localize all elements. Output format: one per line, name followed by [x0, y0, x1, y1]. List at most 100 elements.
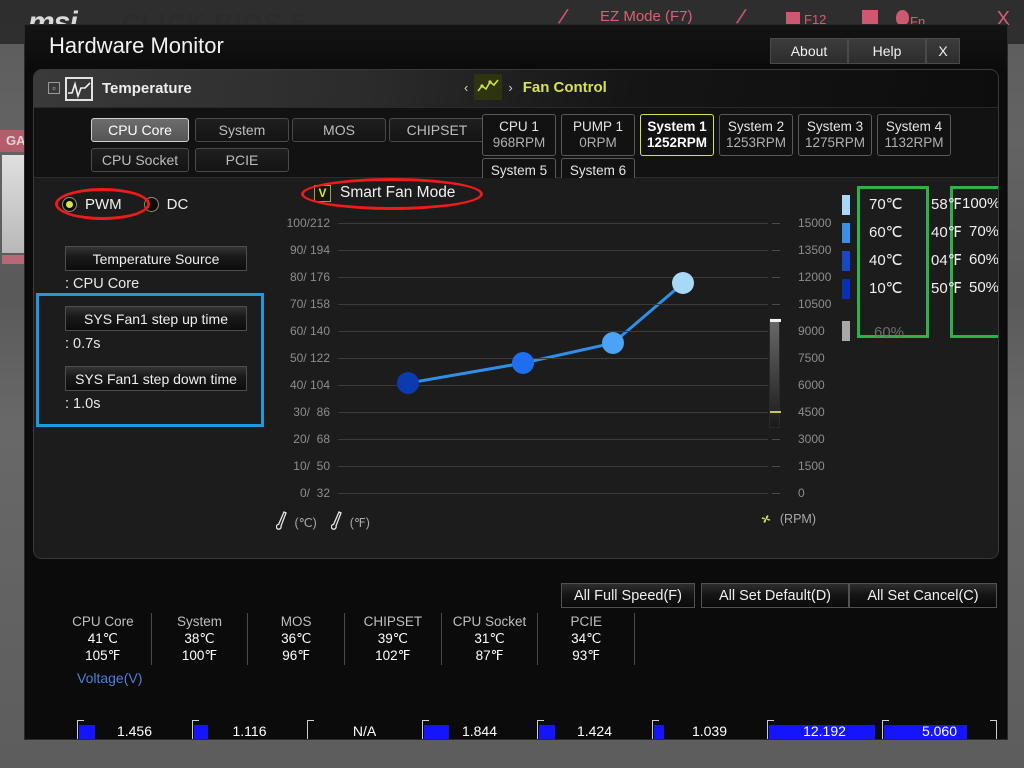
help-button[interactable]: Help: [848, 38, 926, 64]
chart-gridline: [338, 223, 768, 224]
temp-tab-system[interactable]: System: [195, 118, 289, 142]
fan-curve-chart: V Smart Fan Mode 100/212 15000 90/ 194 1350…: [266, 178, 832, 558]
voltage-value: 1.456: [116, 723, 153, 739]
chevron-right-icon[interactable]: ›: [508, 80, 512, 95]
voltage-item: 1.456CPU Core: [77, 720, 192, 739]
current-duty-value: 60%: [874, 324, 905, 341]
chevron-left-icon[interactable]: ‹: [464, 80, 468, 95]
table-cell-fahrenheit-4: 50℉: [931, 280, 962, 297]
y-axis-right-tick: 7500: [798, 351, 825, 365]
y-axis-tickmark: [772, 439, 780, 440]
fan-button-pump-1[interactable]: PUMP 1 0RPM: [561, 114, 635, 156]
legend-celsius-label: (℃): [294, 516, 317, 530]
about-button[interactable]: About: [770, 38, 848, 64]
chart-point-2[interactable]: [512, 352, 534, 375]
step-up-time-button[interactable]: SYS Fan1 step up time: [65, 306, 247, 331]
voltage-item: 5.060System 5V: [882, 720, 997, 739]
chart-gridline: [338, 277, 768, 278]
temp-tab-chipset[interactable]: CHIPSET: [389, 118, 485, 142]
y-axis-left-tick: 90/ 194: [289, 243, 330, 257]
temperature-source-button[interactable]: Temperature Source: [65, 246, 247, 271]
temp-tab-cpu-core[interactable]: CPU Core: [91, 118, 189, 142]
fan-name: System 1: [647, 119, 707, 134]
temp-tab-mos[interactable]: MOS: [292, 118, 386, 142]
chart-point-4[interactable]: [672, 272, 694, 295]
temp-fahrenheit: 96℉: [282, 648, 311, 663]
all-full-speed-button[interactable]: All Full Speed(F): [561, 583, 695, 608]
chart-plot-area[interactable]: 100/212 15000 90/ 194 13500 80/ 176 12000 70/ …: [287, 216, 832, 500]
fan-name: PUMP 1: [572, 119, 624, 134]
temp-tab-pcie[interactable]: PCIE: [195, 148, 289, 172]
close-button[interactable]: X: [926, 38, 960, 64]
chart-point-3[interactable]: [602, 332, 624, 355]
table-cell-duty-2[interactable]: 70%: [969, 223, 998, 240]
pwm-highlight-annotation: [55, 188, 150, 220]
voltage-value: 1.844: [461, 723, 498, 739]
temp-celsius: 39℃: [377, 631, 408, 646]
fan-button-cpu-1[interactable]: CPU 1 968RPM: [482, 114, 556, 156]
y-axis-tickmark: [772, 466, 780, 467]
smart-fan-highlight-annotation: [301, 178, 483, 210]
table-cell-duty-3[interactable]: 60%: [969, 251, 998, 268]
temp-name: MOS: [280, 614, 312, 629]
temperature-readouts: CPU Core 41℃ 105℉ System 38℃ 100℉ MOS 36…: [55, 613, 636, 665]
table-cell-celsius-1[interactable]: 70℃: [869, 195, 903, 213]
page-title: Hardware Monitor: [49, 33, 224, 58]
fan-name: System 4: [885, 119, 943, 134]
temp-readout-cpu-socket: CPU Socket 31℃ 87℉: [442, 613, 539, 665]
table-cell-duty-4[interactable]: 50%: [969, 279, 998, 296]
voltage-item: 1.039CHIPSET Core: [652, 720, 767, 739]
line-graph-icon: [65, 77, 93, 101]
y-axis-right-tick: 9000: [798, 324, 825, 338]
y-axis-left-tick: 20/ 68: [293, 432, 330, 446]
voltage-bracket-top: [652, 720, 659, 721]
fan-button-system-2[interactable]: System 2 1253RPM: [719, 114, 793, 156]
panel-header: ▫ Temperature ‹ › Fan Control: [34, 70, 998, 108]
ez-mode-label: EZ Mode (F7): [600, 8, 693, 25]
step-down-time-button[interactable]: SYS Fan1 step down time: [65, 366, 247, 391]
fan-button-system-4[interactable]: System 4 1132RPM: [877, 114, 951, 156]
table-cell-duty-1[interactable]: 100%: [962, 195, 998, 212]
all-set-default-button[interactable]: All Set Default(D): [701, 583, 849, 608]
current-duty-bar: [842, 321, 850, 341]
y-axis-right-tick: 13500: [798, 243, 832, 257]
temp-celsius: 34℃: [571, 631, 602, 646]
temp-name: CPU Socket: [452, 614, 527, 629]
temp-celsius: 38℃: [184, 631, 215, 646]
chart-gridline: [338, 493, 768, 494]
voltage-value: N/A: [352, 723, 377, 739]
voltage-bracket-top: [307, 720, 314, 721]
fan-button-system-3[interactable]: System 3 1275RPM: [798, 114, 872, 156]
temp-fahrenheit: 87℉: [475, 648, 504, 663]
legend-rpm-label: (RPM): [779, 511, 816, 526]
voltage-value: 1.116: [232, 723, 267, 739]
y-axis-tickmark: [772, 304, 780, 305]
hardware-monitor-window: Hardware Monitor About Help X ▫ Temperat…: [24, 24, 1008, 740]
temp-name: System: [177, 614, 223, 629]
fan-button-system-1[interactable]: System 1 1252RPM: [640, 114, 714, 156]
table-cell-celsius-3[interactable]: 40℃: [869, 251, 903, 269]
temperature-section-checkbox[interactable]: ▫: [48, 82, 60, 94]
fan-name: System 2: [727, 119, 785, 134]
table-cell-celsius-4[interactable]: 10℃: [869, 279, 903, 297]
row-color-bar-1: [842, 195, 850, 215]
temp-name: CHIPSET: [363, 614, 423, 629]
y-axis-left-tick: 100/212: [286, 216, 330, 230]
voltage-section-title: Voltage(V): [77, 670, 143, 686]
temp-tab-cpu-socket[interactable]: CPU Socket: [91, 148, 189, 172]
voltage-bracket-top: [422, 720, 429, 721]
step-up-time-value: : 0.7s: [65, 336, 101, 352]
y-axis-left-tick: 40/ 104: [289, 378, 330, 392]
fan-graph-icon: [474, 74, 503, 100]
fan-control-section: ‹ › Fan Control: [464, 74, 607, 100]
chart-point-1[interactable]: [397, 372, 419, 395]
voltage-item: 1.844CPU 1P8: [422, 720, 537, 739]
temp-readout-system: System 38℃ 100℉: [152, 613, 249, 665]
fan-settings-column: PWM DC Temperature Source : CPU Core SYS…: [34, 178, 264, 558]
fan-rpm: 1275RPM: [804, 135, 866, 150]
temp-name: PCIE: [570, 614, 602, 629]
temp-readout-cpu-core: CPU Core 41℃ 105℉: [55, 613, 152, 665]
all-set-cancel-button[interactable]: All Set Cancel(C): [849, 583, 997, 608]
table-cell-celsius-2[interactable]: 60℃: [869, 223, 903, 241]
fan-name: CPU 1: [499, 119, 539, 134]
